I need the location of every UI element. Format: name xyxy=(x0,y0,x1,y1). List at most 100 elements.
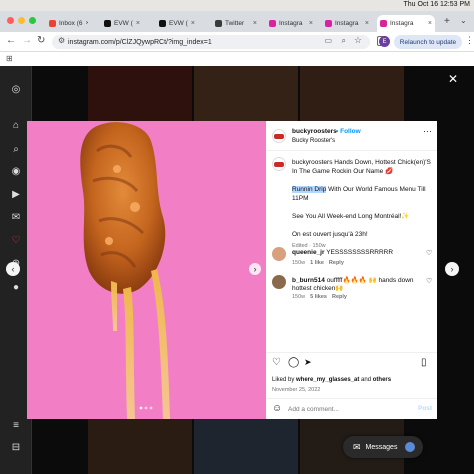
new-tab-icon[interactable]: + xyxy=(444,16,450,27)
messages-button[interactable]: ✉ Messages xyxy=(343,436,423,458)
tab-twitter[interactable]: Twitter × xyxy=(212,15,260,32)
comment-username[interactable]: queenie_jr xyxy=(292,249,325,256)
post-username[interactable]: buckyroosters xyxy=(292,128,337,135)
post-header: buckyroosters • Follow Bucky Rooster's ·… xyxy=(266,121,437,151)
tab-label: Instagra xyxy=(335,20,359,27)
post-comment-button[interactable]: Post xyxy=(418,405,432,412)
comment-age: 150w xyxy=(292,294,306,300)
like-heart-icon[interactable]: ♡ xyxy=(272,357,281,368)
messenger-icon: ✉ xyxy=(353,441,361,452)
forward-icon[interactable]: → xyxy=(22,35,32,46)
tab-inbox[interactable]: Inbox (6 × xyxy=(46,15,88,32)
comment-likes[interactable]: 1 like xyxy=(310,260,324,266)
caption-line-2: Runnin Drip With Our World Famous Menu T… xyxy=(292,185,432,203)
minimize-window-button[interactable] xyxy=(18,17,25,24)
follow-button[interactable]: • Follow xyxy=(336,128,361,135)
reels-icon[interactable]: ▶ xyxy=(9,187,23,201)
profile-icon[interactable]: ● xyxy=(9,280,23,294)
tab-evw-2[interactable]: EVW (× xyxy=(156,15,198,32)
like-comment-heart-icon[interactable]: ♡ xyxy=(426,277,432,285)
comment-age: 150w xyxy=(292,260,306,266)
next-post-button[interactable]: › xyxy=(445,262,459,276)
comment-body: queenie_jr YESSSSSSSSRRRRR xyxy=(292,249,422,257)
close-tab-icon[interactable]: × xyxy=(86,20,89,27)
save-bookmark-icon[interactable]: ▯ xyxy=(421,357,427,368)
close-tab-icon[interactable]: × xyxy=(365,20,369,27)
profile-avatar[interactable]: E xyxy=(379,36,390,47)
post-detail-panel: buckyroosters • Follow Bucky Rooster's ·… xyxy=(266,121,437,419)
emoji-icon[interactable]: ☺ xyxy=(272,403,282,414)
twitter-icon xyxy=(215,20,222,27)
messages-avatar xyxy=(405,442,416,452)
tab-search-icon[interactable]: ⌄ xyxy=(460,16,467,25)
instagram-logo-icon[interactable]: ◎ xyxy=(9,82,23,96)
close-modal-icon[interactable]: ✕ xyxy=(448,72,458,86)
liked-by-others[interactable]: others xyxy=(373,377,391,383)
post-photo: › xyxy=(27,121,266,419)
commenter-avatar[interactable] xyxy=(272,247,286,261)
apps-grid-icon[interactable]: ⊞ xyxy=(6,54,13,63)
comments-area: buckyroosters Hands Down, Hottest Chick(… xyxy=(266,153,437,357)
reply-button[interactable]: Reply xyxy=(329,260,344,266)
zoom-icon[interactable]: ⌕ xyxy=(342,36,346,46)
tab-evw-1[interactable]: EVW (× xyxy=(101,15,143,32)
site-info-icon[interactable]: ⚙ xyxy=(58,36,65,45)
post-subtitle: Bucky Rooster's xyxy=(292,138,336,144)
address-bar[interactable]: ⚙ instagram.com/p/ClZJQywpRCt/?img_index… xyxy=(52,35,370,49)
more-menu-hamburger-icon[interactable]: ≡ xyxy=(9,418,23,432)
gmail-icon xyxy=(49,20,56,27)
caption-line-1: buckyroosters Hands Down, Hottest Chick(… xyxy=(292,159,431,175)
close-tab-icon[interactable]: × xyxy=(136,20,140,27)
add-comment-input[interactable] xyxy=(288,403,408,415)
share-send-icon[interactable]: ➤ xyxy=(304,357,312,368)
close-tab-icon[interactable]: × xyxy=(309,20,313,27)
account-avatar[interactable] xyxy=(272,129,286,143)
home-icon[interactable]: ⌂ xyxy=(9,118,23,132)
maximize-window-button[interactable] xyxy=(29,17,36,24)
commenter-avatar[interactable] xyxy=(272,275,286,289)
liked-by-user[interactable]: where_my_glasses_at xyxy=(296,377,359,383)
browser-toolbar: ← → ↻ ⚙ instagram.com/p/ClZJQywpRCt/?img… xyxy=(0,32,474,52)
post-caption: buckyroosters Hands Down, Hottest Chick(… xyxy=(292,158,432,251)
bucky-logo-icon xyxy=(274,133,284,139)
previous-post-button[interactable]: ‹ xyxy=(6,262,20,276)
caption-highlight: Runnin Drip xyxy=(292,186,327,193)
more-menu-icon[interactable]: ⋮ xyxy=(465,35,474,46)
follow-label: Follow xyxy=(340,128,361,135)
messages-label: Messages xyxy=(365,443,398,451)
messenger-icon[interactable]: ✉ xyxy=(9,210,23,224)
next-image-button[interactable]: › xyxy=(249,263,261,275)
search-icon[interactable]: ⌕ xyxy=(9,142,23,156)
notifications-heart-icon[interactable]: ♡ xyxy=(9,233,23,247)
explore-icon[interactable]: ◉ xyxy=(9,164,23,178)
instagram-icon xyxy=(269,20,276,27)
back-icon[interactable]: ← xyxy=(6,35,16,46)
reply-button[interactable]: Reply xyxy=(332,294,347,300)
tab-label: Twitter xyxy=(225,20,245,27)
bucky-logo-icon xyxy=(274,161,284,167)
close-tab-icon[interactable]: × xyxy=(191,20,195,27)
comment-item: queenie_jr YESSSSSSSSRRRRR 150w 1 like R… xyxy=(266,245,437,273)
comment-likes[interactable]: 5 likes xyxy=(310,294,327,300)
comment-bubble-icon[interactable]: ◯ xyxy=(288,357,299,368)
like-comment-heart-icon[interactable]: ♡ xyxy=(426,249,432,257)
comment-text: YESSSSSSSSRRRRR xyxy=(326,249,394,256)
close-tab-icon[interactable]: × xyxy=(428,20,432,27)
url-text: instagram.com/p/ClZJQywpRCt/?img_index=1 xyxy=(68,38,212,46)
tab-instagram-active[interactable]: Instagra × xyxy=(377,15,435,32)
post-actions: ♡ ◯ ➤ ▯ Liked by where_my_glasses_at and… xyxy=(266,352,437,397)
also-from-meta-icon[interactable]: ⊟ xyxy=(9,440,23,454)
caption-line-3: See You All Week-end Long Montréal!✨ xyxy=(292,213,410,220)
reload-icon[interactable]: ↻ xyxy=(37,35,45,46)
bookmark-star-icon[interactable]: ☆ xyxy=(354,35,362,46)
close-window-button[interactable] xyxy=(7,17,14,24)
tab-instagram-2[interactable]: Instagra × xyxy=(322,15,372,32)
relaunch-button[interactable]: Relaunch to update xyxy=(394,35,462,49)
more-options-icon[interactable]: ··· xyxy=(423,126,432,136)
caption-avatar[interactable] xyxy=(272,157,286,171)
cast-icon[interactable]: ▭ xyxy=(324,36,332,45)
comment-username[interactable]: b_burn514 xyxy=(292,277,325,284)
tab-label: Instagra xyxy=(279,20,303,27)
close-tab-icon[interactable]: × xyxy=(253,20,257,27)
tab-instagram-1[interactable]: Instagra × xyxy=(266,15,316,32)
